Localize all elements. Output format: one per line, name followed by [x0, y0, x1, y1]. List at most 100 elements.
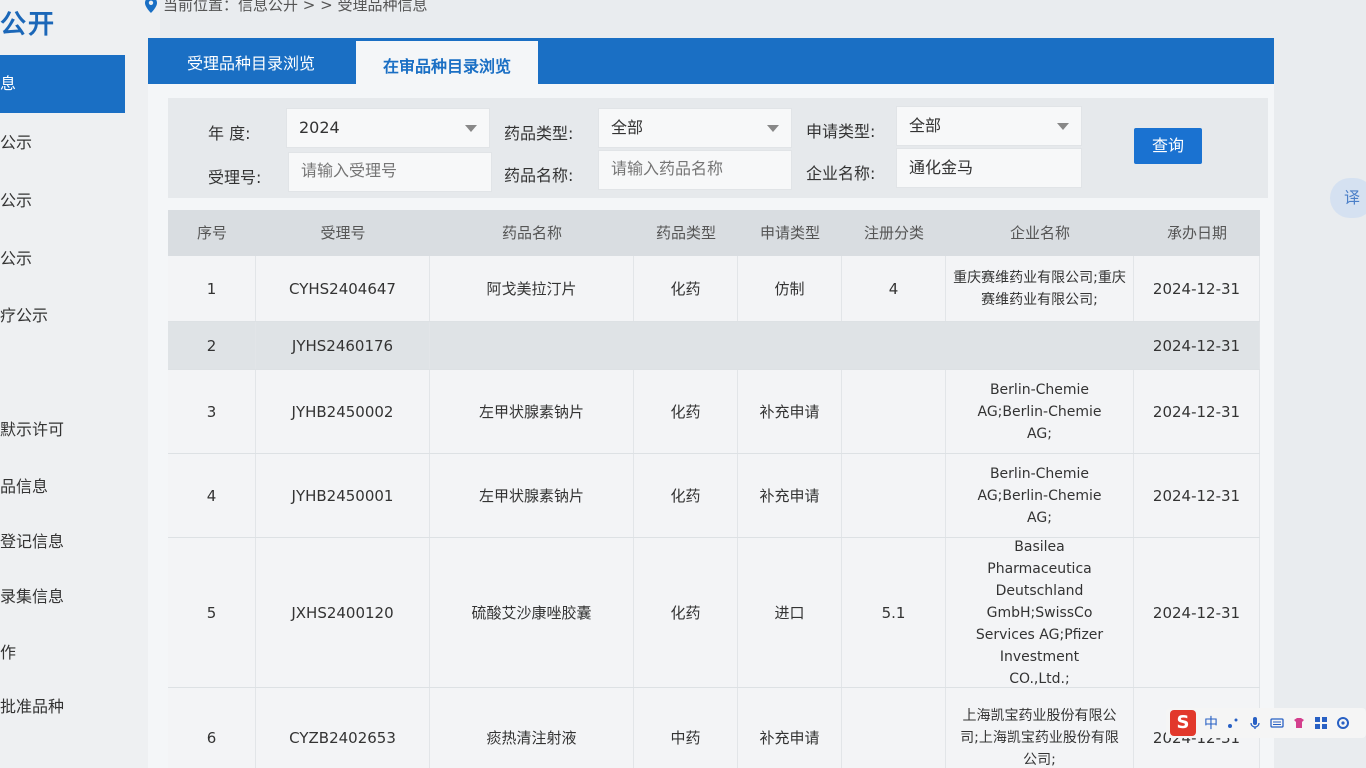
table-row[interactable]: 3 JYHB2450002 左甲状腺素钠片 化药 补充申请 Berlin-Che…	[168, 370, 1260, 454]
table-row[interactable]: 6 CYZB2402653 痰热清注射液 中药 补充申请 上海凯宝药业股份有限公…	[168, 688, 1260, 768]
translate-button[interactable]: 译	[1330, 178, 1366, 218]
cell-no: 3	[168, 370, 256, 453]
sidebar-item-4[interactable]: 公示	[0, 244, 150, 274]
cell-apply-type: 进口	[738, 538, 842, 687]
sidebar-item-1[interactable]: 息	[0, 55, 125, 113]
cell-accept-no: JYHS2460176	[256, 322, 430, 369]
table-row[interactable]: 4 JYHB2450001 左甲状腺素钠片 化药 补充申请 Berlin-Che…	[168, 454, 1260, 538]
cell-drug-type: 中药	[634, 688, 738, 768]
cell-no: 2	[168, 322, 256, 369]
col-header-no: 序号	[196, 224, 227, 242]
microphone-icon[interactable]	[1248, 716, 1262, 730]
col-header-reg-class: 注册分类	[863, 224, 924, 242]
table-header: 序号 受理号 药品名称 药品类型 申请类型 注册分类 企业名称 承办日期	[168, 210, 1260, 256]
sidebar-item-3[interactable]: 公示	[0, 186, 150, 216]
col-header-company: 企业名称	[1009, 224, 1070, 242]
chevron-down-icon	[1057, 123, 1069, 130]
accept-no-input[interactable]	[288, 152, 492, 192]
sidebar-item-8[interactable]: 登记信息	[0, 527, 150, 557]
cell-reg-class	[842, 688, 946, 768]
cell-drug-name: 阿戈美拉汀片	[430, 256, 634, 321]
chevron-down-icon	[465, 125, 477, 132]
cell-date: 2024-12-31	[1134, 538, 1260, 687]
drug-type-select[interactable]: 全部	[598, 108, 792, 148]
ime-toolbar: S 中	[1166, 708, 1366, 738]
ime-logo-icon[interactable]: S	[1170, 710, 1196, 736]
col-header-date: 承办日期	[1166, 224, 1227, 242]
chevron-down-icon	[767, 125, 779, 132]
cell-date: 2024-12-31	[1134, 370, 1260, 453]
cell-accept-no: JYHB2450001	[256, 454, 430, 537]
cell-company: 重庆赛维药业有限公司;重庆赛维药业有限公司;	[946, 256, 1134, 321]
sidebar-item-6[interactable]: 默示许可	[0, 415, 150, 445]
cell-drug-type: 化药	[634, 256, 738, 321]
sidebar-item-10[interactable]: 作	[0, 638, 150, 668]
tab-accepted-catalog[interactable]: 受理品种目录浏览	[148, 38, 354, 84]
drug-name-label: 药品名称:	[504, 166, 574, 185]
tab-bar: 受理品种目录浏览 在审品种目录浏览	[148, 38, 1274, 84]
cell-company	[946, 322, 1134, 369]
ime-language-toggle[interactable]: 中	[1204, 713, 1218, 733]
cell-no: 4	[168, 454, 256, 537]
sidebar-item-5[interactable]: 疗公示	[0, 301, 150, 331]
cell-drug-name: 痰热清注射液	[430, 688, 634, 768]
query-button[interactable]: 查询	[1134, 128, 1202, 164]
cell-apply-type	[738, 322, 842, 369]
year-select[interactable]: 2024	[286, 108, 490, 148]
drug-type-value: 全部	[611, 118, 644, 137]
year-value: 2024	[299, 118, 340, 137]
table-row[interactable]: 1 CYHS2404647 阿戈美拉汀片 化药 仿制 4 重庆赛维药业有限公司;…	[168, 256, 1260, 322]
tab-under-review-catalog[interactable]: 在审品种目录浏览	[356, 38, 538, 84]
cell-date: 2024-12-31	[1134, 322, 1260, 369]
apply-type-label: 申请类型:	[806, 122, 876, 141]
cell-drug-name	[430, 322, 634, 369]
cell-apply-type: 补充申请	[738, 454, 842, 537]
breadcrumb-text: 当前位置：信息公开 > > 受理品种信息	[163, 0, 428, 14]
sidebar: 公开 息 公示 公示 公示 疗公示 默示许可 品信息 登记信息 录集信息 作 批…	[0, 0, 160, 768]
cell-drug-type: 化药	[634, 454, 738, 537]
drug-name-input[interactable]	[598, 150, 792, 190]
drug-type-label: 药品类型:	[504, 124, 574, 143]
cell-date: 2024-12-31	[1134, 256, 1260, 321]
location-pin-icon	[145, 0, 157, 13]
cell-accept-no: CYZB2402653	[256, 688, 430, 768]
cell-date: 2024-12-31	[1134, 454, 1260, 537]
sidebar-item-7[interactable]: 品信息	[0, 472, 150, 502]
sidebar-item-2[interactable]: 公示	[0, 128, 150, 158]
sidebar-item-11[interactable]: 批准品种	[0, 692, 150, 722]
breadcrumb: 当前位置：信息公开 > > 受理品种信息	[145, 0, 427, 15]
cell-company: Berlin-Chemie AG;Berlin-Chemie AG;	[946, 454, 1134, 537]
cell-no: 6	[168, 688, 256, 768]
cell-no: 5	[168, 538, 256, 687]
apply-type-select[interactable]: 全部	[896, 106, 1082, 146]
col-header-drug-type: 药品类型	[655, 224, 716, 242]
table-row[interactable]: 2 JYHS2460176 2024-12-31	[168, 322, 1260, 370]
skin-icon[interactable]	[1292, 716, 1306, 730]
cell-company: Basilea Pharmaceutica Deutschland GmbH;S…	[946, 538, 1134, 687]
accept-no-label: 受理号:	[208, 168, 262, 187]
company-input[interactable]: 通化金马	[896, 148, 1082, 188]
cell-accept-no: JXHS2400120	[256, 538, 430, 687]
toolbox-grid-icon[interactable]	[1314, 716, 1328, 730]
company-label: 企业名称:	[806, 164, 876, 183]
keyboard-icon[interactable]	[1270, 716, 1284, 730]
settings-icon[interactable]	[1336, 716, 1350, 730]
sidebar-item-9[interactable]: 录集信息	[0, 582, 150, 612]
cell-drug-type: 化药	[634, 370, 738, 453]
cell-accept-no: JYHB2450002	[256, 370, 430, 453]
cell-drug-type	[634, 322, 738, 369]
cell-company: 上海凯宝药业股份有限公司;上海凯宝药业股份有限公司;	[946, 688, 1134, 768]
cell-reg-class	[842, 370, 946, 453]
year-label: 年 度:	[208, 124, 251, 143]
cell-apply-type: 仿制	[738, 256, 842, 321]
punctuation-icon[interactable]	[1226, 716, 1240, 730]
cell-reg-class	[842, 454, 946, 537]
cell-drug-name: 硫酸艾沙康唑胶囊	[430, 538, 634, 687]
col-header-drug-name: 药品名称	[501, 224, 562, 242]
filter-area: 年 度: 2024 药品类型: 全部 申请类型: 全部 受理号: 药品名称: 企…	[168, 98, 1268, 198]
cell-company: Berlin-Chemie AG;Berlin-Chemie AG;	[946, 370, 1134, 453]
table-row[interactable]: 5 JXHS2400120 硫酸艾沙康唑胶囊 化药 进口 5.1 Basilea…	[168, 538, 1260, 688]
apply-type-value: 全部	[909, 116, 942, 135]
cell-reg-class	[842, 322, 946, 369]
main-panel: 受理品种目录浏览 在审品种目录浏览 年 度: 2024 药品类型: 全部 申请类…	[148, 38, 1274, 768]
